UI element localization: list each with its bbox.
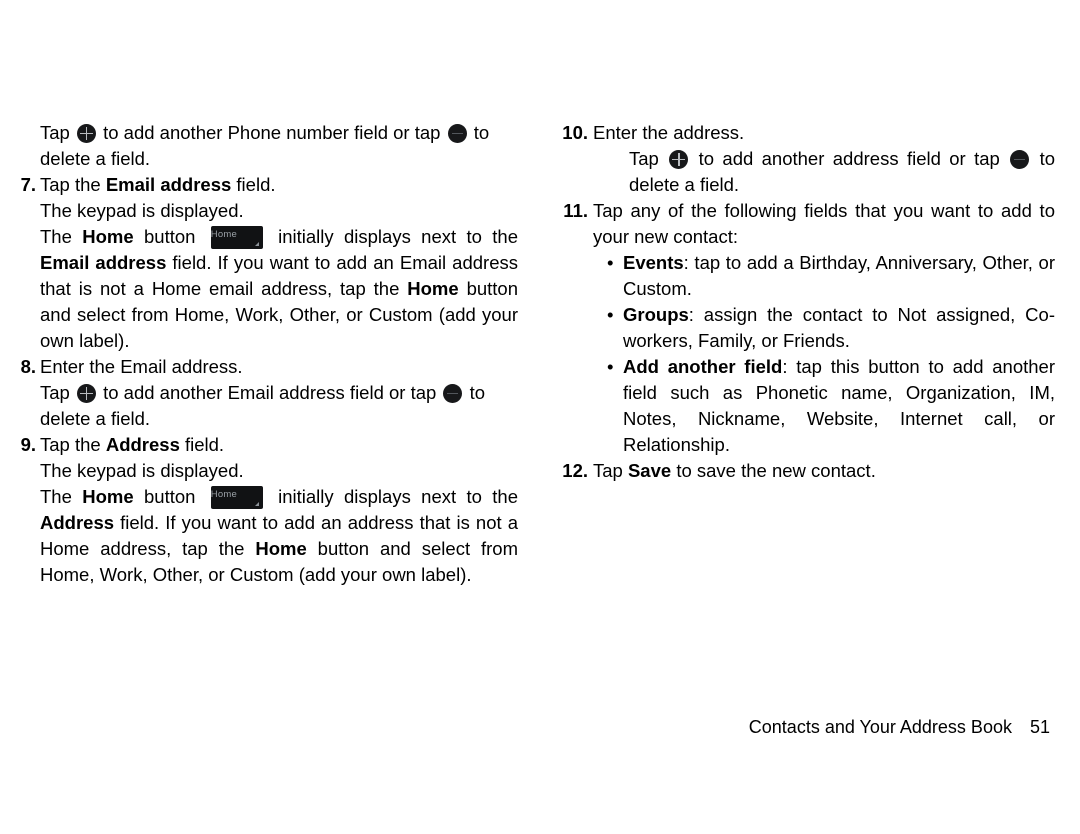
step-9-body: Tap the Address field. The keypad is dis… xyxy=(40,432,518,588)
home-button-icon: Home xyxy=(210,226,263,249)
step-11-title: Tap any of the following fields that you… xyxy=(593,200,1055,247)
step-9-home-word-2: Home xyxy=(255,538,307,559)
step-8: 8. Enter the Email address. Tap to add a… xyxy=(14,354,518,432)
left-column: Tap to add another Phone number field or… xyxy=(0,120,540,588)
tap-label: Tap xyxy=(40,122,75,143)
bullet-icon: • xyxy=(607,356,614,377)
step-8-sub: Tap to add another Email address field o… xyxy=(40,380,518,432)
field-desc-groups: : assign the contact to Not assigned, Co… xyxy=(623,304,1055,351)
step-8-sub-pre: Tap xyxy=(40,382,75,403)
step-7-d2: button xyxy=(133,226,206,247)
step-7-home-word-1: Home xyxy=(82,226,134,247)
step-12-pre: Tap xyxy=(593,460,628,481)
step-9-field-name: Address xyxy=(105,434,180,455)
step-7-body: Tap the Email address field. The keypad … xyxy=(40,172,518,354)
continuation-mid: to add another Phone number field or tap xyxy=(97,122,446,143)
step-10-sub-mid: to add another address field or tap xyxy=(690,148,1009,169)
minus-circle-icon xyxy=(447,124,467,143)
minus-circle-icon xyxy=(1010,150,1030,169)
step-9-address-bold: Address xyxy=(40,512,115,533)
step-8-number: 8. xyxy=(20,356,36,377)
step-12-post: to save the new contact. xyxy=(671,460,876,481)
continuation-body: Tap to add another Phone number field or… xyxy=(40,120,518,172)
bullet-icon: • xyxy=(607,304,614,325)
list-item: • Groups: assign the contact to Not assig… xyxy=(607,302,1055,354)
step-7-number: 7. xyxy=(20,174,36,195)
step-7-title-post: field. xyxy=(231,174,276,195)
step-9-home-word-1: Home xyxy=(82,486,134,507)
home-button-label: Home xyxy=(210,489,237,500)
step-7-email-address-bold: Email address xyxy=(40,252,167,273)
step-10-body: Enter the address. Tap to add another ad… xyxy=(593,120,1055,198)
manual-page: Tap to add another Phone number field or… xyxy=(0,0,1080,834)
home-button-corner-mark xyxy=(254,502,259,506)
field-desc-events: : tap to add a Birthday, Anniversary, Ot… xyxy=(623,252,1055,299)
step-8-title: Enter the Email address. xyxy=(40,356,243,377)
field-label-events: Events xyxy=(623,252,684,273)
minus-circle-icon xyxy=(443,384,463,403)
step-10-number: 10. xyxy=(562,122,588,143)
step-10-title: Enter the address. xyxy=(593,122,745,143)
step-9-d3: initially displays next to the xyxy=(267,486,518,507)
save-button-label: Save xyxy=(627,460,672,481)
step-8-body: Enter the Email address. Tap to add anot… xyxy=(40,354,518,432)
step-12-number: 12. xyxy=(562,460,588,481)
continuation-text: Tap to add another Phone number field or… xyxy=(40,120,518,172)
home-button-icon: Home xyxy=(210,486,263,509)
step-12-body: Tap Save to save the new contact. xyxy=(593,458,1055,484)
step-11-field-list: • Events: tap to add a Birthday, Annivers… xyxy=(607,250,1055,458)
step-10-sub-pre: Tap xyxy=(629,148,668,169)
step-7-home-word-2: Home xyxy=(407,278,459,299)
step-11-number: 11. xyxy=(563,200,588,221)
step-9-number: 9. xyxy=(20,434,36,455)
step-10: 10. Enter the address. Tap to add anothe… xyxy=(557,120,1055,198)
step-9-title-pre: Tap the xyxy=(40,434,106,455)
field-label-add-another-field: Add another field xyxy=(623,356,783,377)
step-9: 9. Tap the Address field. The keypad is … xyxy=(14,432,518,588)
step-11: 11. Tap any of the following fields that… xyxy=(557,198,1055,250)
plus-circle-icon xyxy=(669,150,689,169)
step-9-d2: button xyxy=(133,486,206,507)
step-7-title: Tap the Email address field. xyxy=(40,172,518,198)
step-10-sub: Tap to add another address field or tap … xyxy=(629,146,1055,198)
step-7-field-name: Email address xyxy=(105,174,232,195)
home-button-corner-mark xyxy=(254,242,259,246)
plus-circle-icon xyxy=(76,124,96,143)
home-button-label: Home xyxy=(210,229,237,240)
two-column-body: Tap to add another Phone number field or… xyxy=(0,120,1080,588)
footer-chapter-title: Contacts and Your Address Book xyxy=(748,717,1012,737)
step-11-body: Tap any of the following fields that you… xyxy=(593,198,1055,250)
step-9-detail: The Home button Home initially displays … xyxy=(40,484,518,588)
field-label-groups: Groups xyxy=(623,304,689,325)
step-8-sub-mid: to add another Email address field or ta… xyxy=(97,382,442,403)
footer-page-number: 51 xyxy=(1029,717,1050,737)
step-12-text: Tap Save to save the new contact. xyxy=(593,458,1055,484)
list-item: • Events: tap to add a Birthday, Annivers… xyxy=(607,250,1055,302)
list-item: • Add another field: tap this button to a… xyxy=(607,354,1055,458)
step-7-title-pre: Tap the xyxy=(40,174,106,195)
plus-circle-icon xyxy=(76,384,96,403)
step-7-note: The keypad is displayed. xyxy=(40,200,244,221)
page-footer: Contacts and Your Address Book 51 xyxy=(0,715,1080,739)
step-7: 7. Tap the Email address field. The keyp… xyxy=(14,172,518,354)
step-9-note: The keypad is displayed. xyxy=(40,460,244,481)
step-12: 12. Tap Save to save the new contact. xyxy=(557,458,1055,484)
step-9-title-post: field. xyxy=(179,434,225,455)
step-7-d1: The xyxy=(40,226,83,247)
step-9-title: Tap the Address field. xyxy=(40,432,518,458)
bullet-icon: • xyxy=(607,252,614,273)
right-column: 10. Enter the address. Tap to add anothe… xyxy=(540,120,1080,484)
step-9-d1: The xyxy=(40,486,83,507)
step-7-d3: initially displays next to the xyxy=(267,226,518,247)
continuation-paragraph: Tap to add another Phone number field or… xyxy=(14,120,518,172)
step-7-detail: The Home button Home initially displays … xyxy=(40,224,518,354)
